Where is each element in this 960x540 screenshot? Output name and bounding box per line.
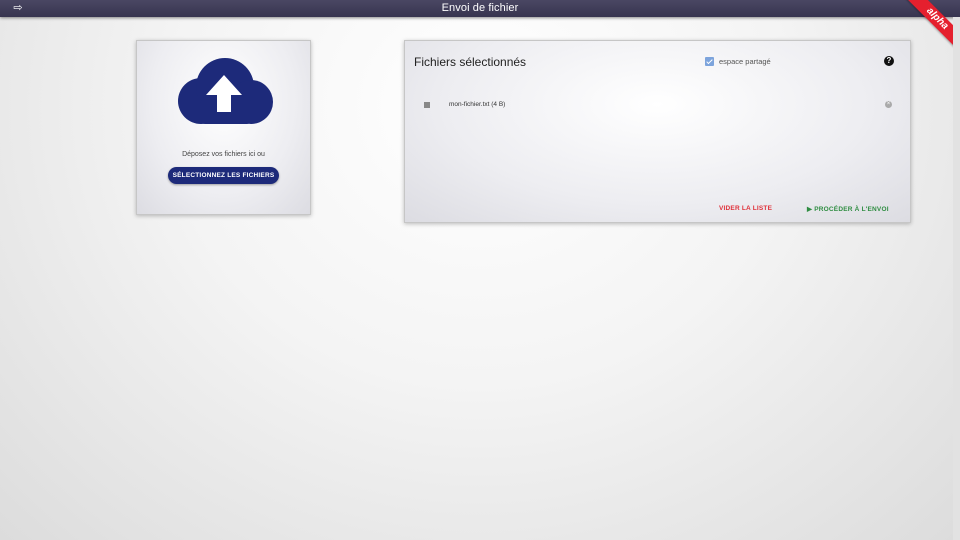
- scrollbar-track[interactable]: [953, 17, 960, 540]
- clear-list-button[interactable]: VIDER LA LISTE: [719, 205, 772, 212]
- selected-files-title: Fichiers sélectionnés: [414, 55, 527, 69]
- top-bar: ⇨ Envoi de fichier: [0, 0, 960, 17]
- selected-files-card: Fichiers sélectionnés espace partagé ? m…: [404, 40, 911, 223]
- question-icon[interactable]: ?: [884, 56, 894, 66]
- upload-card[interactable]: Déposez vos fichiers ici ou SÉLECTIONNEZ…: [136, 40, 311, 215]
- page-title: Envoi de fichier: [441, 2, 519, 14]
- remove-file-icon[interactable]: ×: [885, 101, 892, 108]
- shared-space-label[interactable]: espace partagé: [719, 57, 771, 66]
- select-files-button[interactable]: SÉLECTIONNEZ LES FICHIERS: [168, 167, 279, 184]
- file-icon: [424, 102, 430, 108]
- proceed-upload-button[interactable]: ▶ PROCÉDER À L'ENVOI: [807, 205, 889, 213]
- cloud-upload-icon: [178, 58, 273, 124]
- proceed-upload-label: PROCÉDER À L'ENVOI: [814, 206, 889, 213]
- drop-instructions: Déposez vos fichiers ici ou: [182, 151, 265, 158]
- shared-space-checkbox[interactable]: [705, 57, 714, 66]
- file-name: mon-fichier.txt (4 B): [449, 101, 506, 108]
- file-list-item: mon-fichier.txt (4 B) ×: [423, 98, 895, 112]
- play-icon: ▶: [807, 206, 813, 213]
